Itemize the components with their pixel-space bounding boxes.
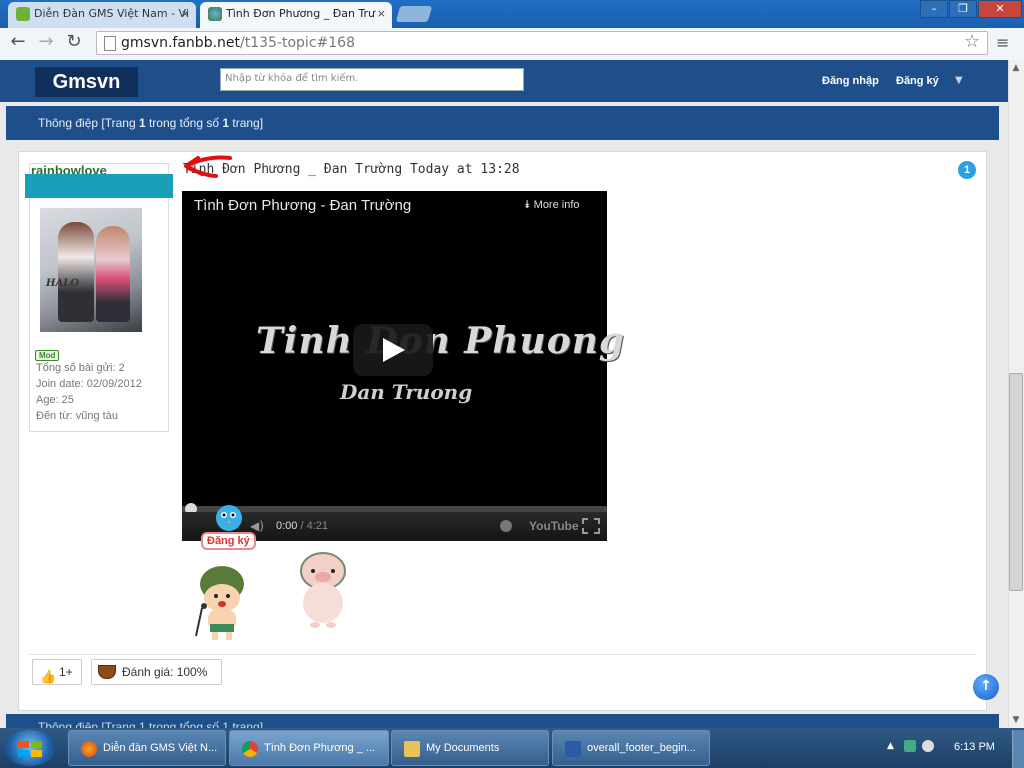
current-page: 1 [138,116,146,130]
bookmark-star-icon[interactable]: ☆ [964,31,980,52]
watch-later-icon[interactable] [500,520,512,532]
divider [28,654,976,655]
play-button[interactable] [353,324,433,376]
login-link[interactable]: Đăng nhập [822,75,879,87]
scrollbar-thumb[interactable] [1009,373,1023,591]
minimize-button[interactable]: – [920,0,948,18]
video-thumbnail-title: Tinh Don Phuong [256,320,626,362]
redaction-bar [25,174,173,198]
url-host: gmsvn.fanbb.net [121,35,241,51]
volume-tray-icon[interactable] [922,740,934,752]
scroll-up-arrow-icon[interactable]: ▲ [1008,60,1024,76]
document-icon [565,741,581,757]
close-window-button[interactable]: ✕ [978,0,1022,18]
windows-logo-icon [18,741,42,757]
network-icon[interactable] [904,740,916,752]
tab-close-icon[interactable]: × [377,2,386,26]
download-arrow-icon: ⯯ [524,199,534,211]
subscribe-sticker-label: Đăng ký [201,532,256,550]
role-badge: Mod [35,350,60,361]
video-title[interactable]: Tình Đơn Phương - Đan Trường [194,197,411,214]
taskbar-item-explorer[interactable]: My Documents [391,730,549,766]
chrome-menu-icon[interactable]: ≡ [996,33,1012,52]
taskbar-item-label: Diễn đàn GMS Việt N... [103,742,218,754]
profile-join-date: Join date: 02/09/2012 [36,378,142,390]
taskbar-item-label: My Documents [426,742,500,754]
taskbar-item-label: Tình Đơn Phương _ ... [264,742,376,754]
profile-age: Age: 25 [36,394,74,406]
site-logo[interactable]: Gmsvn [35,67,138,97]
chrome-icon [242,741,258,757]
tab-title: Diễn Đàn GMS Việt Nam - Vi [34,7,189,20]
system-clock[interactable]: 6:13 PM [954,741,995,753]
chevron-down-icon[interactable]: ▼ [955,75,963,86]
post-title: Tình Đơn Phương _ Đan Trường Today at 13… [183,162,520,177]
address-bar[interactable]: gmsvn.fanbb.net/t135-topic#168 [96,31,988,55]
video-time: 0:00 / 4:21 [276,520,328,532]
new-tab-button[interactable] [395,6,433,22]
play-icon [383,338,405,362]
avatar-watermark: HALO [46,278,79,289]
url-path: /t135-topic#168 [240,35,355,51]
like-button[interactable]: 👍 1+ [32,659,82,685]
rating-label: Đánh giá: 100% [122,665,208,679]
taskbar-item-firefox[interactable]: Diễn đàn GMS Việt N... [68,730,226,766]
register-link[interactable]: Đăng ký [896,75,939,87]
pagination-prefix: Thông điệp [Trang [38,116,139,130]
coffee-cup-icon [98,665,116,679]
browser-tab[interactable]: Diễn Đàn GMS Việt Nam - Vi × [8,2,196,28]
pagination-suffix: trang] [229,116,264,130]
more-info-button[interactable]: ⯯ More info [524,199,580,212]
folder-icon [404,741,420,757]
soldier-singing-sticker [195,566,244,640]
browser-tab-active[interactable]: Tình Đơn Phương _ Đan Trư × [200,2,392,28]
youtube-logo[interactable]: YouTube [529,519,579,533]
time-duration: / 4:21 [297,520,328,532]
more-info-label: More info [533,199,580,211]
profile-posts: Tổng số bài gửi: 2 [36,362,125,374]
taskbar-item-word[interactable]: overall_footer_begin... [552,730,710,766]
pagination-bar: Thông điệp [Trang 1 trong tổng số 1 tran… [6,106,999,140]
pagination-middle: trong tổng số [145,116,223,130]
maximize-button[interactable]: ❐ [949,0,977,18]
tab-title: Tình Đơn Phương _ Đan Trư [226,7,376,20]
globe-favicon-icon [208,7,222,21]
time-current: 0:00 [276,520,298,532]
red-arrow-annotation [184,155,232,178]
fullscreen-icon[interactable] [582,518,600,534]
like-count: 1+ [59,665,73,679]
back-button[interactable]: ← [6,31,30,55]
tray-expand-icon[interactable]: ▲ [887,741,894,751]
post-number-badge[interactable]: 1 [958,161,976,179]
reload-button[interactable]: ↻ [62,31,86,55]
scroll-down-arrow-icon[interactable]: ▼ [1008,712,1024,728]
firefox-icon [81,741,97,757]
avatar: HALO [40,208,142,332]
profile-location: Đến từ: vũng tàu [36,410,118,422]
pig-sticker [300,552,346,628]
scroll-to-top-button[interactable]: ↑ [973,674,999,700]
thumbs-up-icon: 👍 [40,669,57,684]
video-thumbnail-subtitle: Dan Truong [340,380,473,404]
show-desktop-button[interactable] [1012,730,1024,768]
taskbar-item-chrome[interactable]: Tình Đơn Phương _ ... [229,730,389,766]
taskbar-item-label: overall_footer_begin... [587,742,696,754]
search-input[interactable]: Nhập từ khóa để tìm kiếm. [220,68,524,91]
forum-favicon-icon [16,7,30,21]
page-icon [104,36,116,51]
tab-close-icon[interactable]: × [181,2,190,26]
rating-button[interactable]: Đánh giá: 100% [91,659,222,685]
forward-button[interactable]: → [34,31,58,55]
